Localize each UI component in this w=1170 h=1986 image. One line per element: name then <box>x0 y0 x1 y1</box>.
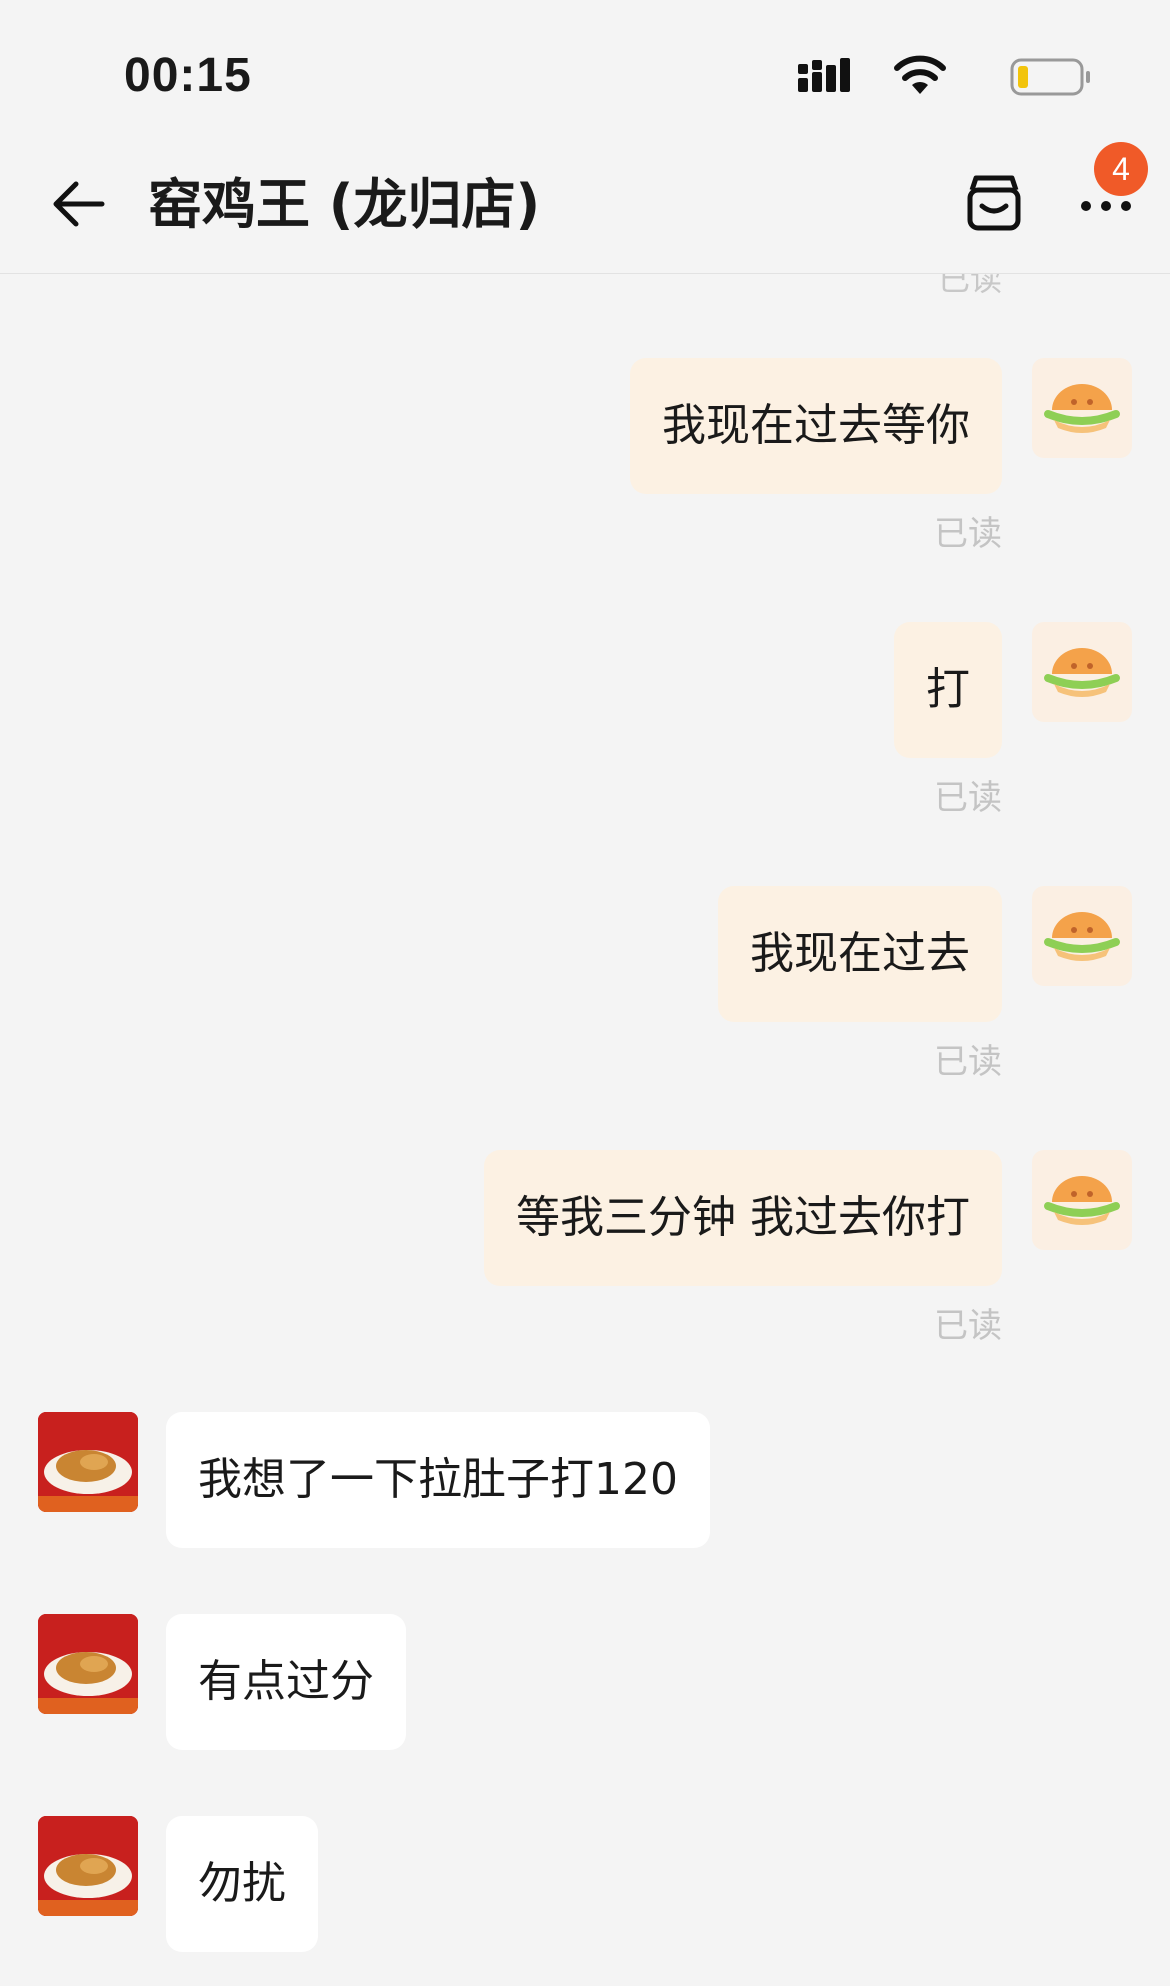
message-bubble[interactable]: 打 <box>894 622 1002 758</box>
status-time: 00:15 <box>124 49 252 102</box>
message-incoming: 我想了一下拉肚子打120 <box>0 1412 1170 1552</box>
notification-badge: 4 <box>1094 142 1148 196</box>
read-status: 已读 <box>934 1306 1002 1346</box>
chat-title: 窑鸡王 (龙归店) <box>148 173 541 236</box>
chat-header: 窑鸡王 (龙归店) 4 <box>0 142 1170 274</box>
message-bubble[interactable]: 有点过分 <box>166 1614 406 1750</box>
message-outgoing: 我现在过去 已读 <box>0 886 1170 1082</box>
read-status: 已读 <box>934 514 1002 554</box>
user-avatar[interactable] <box>1032 358 1132 458</box>
roast-chicken-logo-icon <box>38 1816 138 1916</box>
message-incoming: 有点过分 <box>0 1614 1170 1754</box>
burger-icon <box>1044 384 1120 433</box>
signal-icon <box>798 58 850 92</box>
shop-avatar[interactable] <box>38 1412 138 1512</box>
burger-icon <box>1044 1176 1120 1225</box>
user-avatar[interactable] <box>1032 886 1132 986</box>
battery-icon <box>1010 58 1090 96</box>
message-outgoing: 我现在过去等你 已读 <box>0 358 1170 554</box>
message-bubble[interactable]: 我想了一下拉肚子打120 <box>166 1412 710 1548</box>
message-bubble[interactable]: 勿扰 <box>166 1816 318 1952</box>
wifi-icon <box>894 55 946 94</box>
user-avatar[interactable] <box>1032 622 1132 722</box>
message-incoming: 勿扰 <box>0 1816 1170 1956</box>
status-icons <box>792 55 1092 100</box>
burger-icon <box>1044 648 1120 697</box>
store-icon[interactable] <box>962 170 1026 234</box>
shop-avatar[interactable] <box>38 1614 138 1714</box>
message-bubble[interactable]: 我现在过去等你 <box>630 358 1002 494</box>
message-bubble[interactable]: 等我三分钟 我过去你打 <box>484 1150 1002 1286</box>
read-status: 已读 <box>937 274 1002 298</box>
message-bubble[interactable]: 我现在过去 <box>718 886 1002 1022</box>
roast-chicken-logo-icon <box>38 1614 138 1714</box>
message-outgoing: 打 已读 <box>0 622 1170 818</box>
status-bar: 00:15 <box>0 0 1170 150</box>
user-avatar[interactable] <box>1032 1150 1132 1250</box>
burger-icon <box>1044 912 1120 961</box>
read-status: 已读 <box>934 1042 1002 1082</box>
message-outgoing: 等我三分钟 我过去你打 已读 <box>0 1150 1170 1346</box>
back-arrow-icon[interactable] <box>48 174 108 234</box>
roast-chicken-logo-icon <box>38 1412 138 1512</box>
read-status: 已读 <box>934 778 1002 818</box>
shop-avatar[interactable] <box>38 1816 138 1916</box>
chat-messages[interactable]: 已读 我现在过去等你 已读 打 已读 我现在过去 已读 等我三分钟 我过去你打 … <box>0 274 1170 1986</box>
